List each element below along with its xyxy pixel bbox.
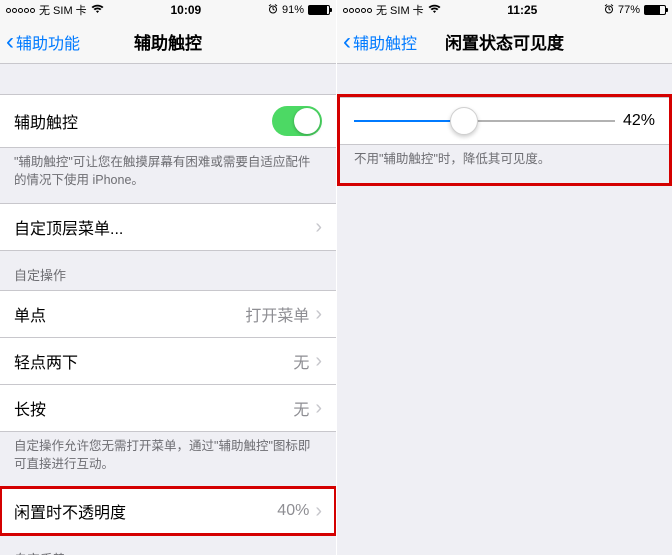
slider-value-label: 42%	[623, 112, 655, 130]
signal-dots-icon	[6, 8, 35, 13]
alarm-icon	[604, 4, 614, 17]
double-tap-value: 无	[293, 349, 309, 373]
battery-fill	[309, 6, 327, 14]
nav-title: 辅助触控	[134, 29, 202, 54]
idle-opacity-value: 40%	[277, 502, 309, 520]
alarm-icon	[268, 4, 278, 17]
long-press-label: 长按	[14, 396, 46, 420]
single-tap-value: 打开菜单	[245, 302, 309, 326]
battery-icon	[644, 5, 666, 15]
double-tap-label: 轻点两下	[14, 349, 78, 373]
slider-footer-note: 不用"辅助触控"时，降低其可见度。	[340, 145, 669, 183]
custom-menu-label: 自定顶层菜单...	[14, 215, 123, 239]
actions-footer-note: 自定操作允许您无需打开菜单，通过"辅助触控"图标即可直接进行互动。	[0, 432, 336, 487]
clock-text: 10:09	[170, 3, 201, 17]
long-press-row[interactable]: 长按 无 ›	[0, 385, 336, 432]
single-tap-row[interactable]: 单点 打开菜单 ›	[0, 290, 336, 338]
slider-track[interactable]	[354, 120, 615, 122]
highlighted-slider-section: 42% 不用"辅助触控"时，降低其可见度。	[337, 94, 672, 186]
toggle-knob	[294, 108, 320, 134]
back-button[interactable]: ‹ 辅助功能	[6, 30, 80, 54]
back-label: 辅助触控	[353, 30, 417, 54]
toggle-label: 辅助触控	[14, 109, 78, 133]
chevron-left-icon: ‹	[343, 30, 351, 54]
wifi-icon	[91, 4, 104, 17]
chevron-right-icon: ›	[315, 397, 322, 420]
clock-text: 11:25	[507, 3, 537, 17]
wifi-icon	[428, 4, 441, 17]
slider-fill	[354, 120, 464, 122]
toggle-footer-note: "辅助触控"可让您在触摸屏幕有困难或需要自适应配件的情况下使用 iPhone。	[0, 148, 336, 203]
status-bar-right: 无 SIM 卡 11:25 77%	[337, 0, 672, 20]
phone-right: 无 SIM 卡 11:25 77% ‹ 辅助触控 闲置状态可见度	[336, 0, 672, 555]
battery-pct-text: 77%	[618, 4, 640, 16]
nav-bar-right: ‹ 辅助触控 闲置状态可见度	[337, 20, 672, 64]
carrier-text: 无 SIM 卡	[39, 2, 87, 18]
carrier-text: 无 SIM 卡	[376, 2, 424, 18]
idle-visibility-slider-row[interactable]: 42%	[340, 97, 669, 145]
nav-bar-left: ‹ 辅助功能 辅助触控	[0, 20, 336, 64]
chevron-right-icon: ›	[315, 216, 322, 239]
status-bar-left: 无 SIM 卡 10:09 91%	[0, 0, 336, 20]
battery-pct-text: 91%	[282, 4, 304, 16]
chevron-right-icon: ›	[315, 350, 322, 373]
assistive-touch-toggle-row[interactable]: 辅助触控	[0, 94, 336, 148]
slider-thumb[interactable]	[450, 107, 478, 135]
toggle-switch[interactable]	[272, 106, 322, 136]
back-button[interactable]: ‹ 辅助触控	[343, 30, 417, 54]
nav-title: 闲置状态可见度	[445, 29, 564, 54]
single-tap-label: 单点	[14, 302, 46, 326]
double-tap-row[interactable]: 轻点两下 无 ›	[0, 338, 336, 385]
chevron-right-icon: ›	[315, 303, 322, 326]
battery-icon	[308, 5, 330, 15]
idle-opacity-row[interactable]: 闲置时不透明度 40% ›	[0, 487, 336, 535]
back-label: 辅助功能	[16, 30, 80, 54]
section-custom-gestures-header: 自定手势	[0, 535, 336, 555]
chevron-left-icon: ‹	[6, 30, 14, 54]
chevron-right-icon: ›	[315, 500, 322, 523]
battery-fill	[645, 6, 660, 14]
section-custom-actions-header: 自定操作	[0, 251, 336, 290]
phone-left: 无 SIM 卡 10:09 91% ‹ 辅助功能 辅助触控 辅助触控 "	[0, 0, 336, 555]
custom-top-menu-row[interactable]: 自定顶层菜单... ›	[0, 203, 336, 251]
signal-dots-icon	[343, 8, 372, 13]
long-press-value: 无	[293, 396, 309, 420]
idle-opacity-label: 闲置时不透明度	[14, 499, 126, 523]
